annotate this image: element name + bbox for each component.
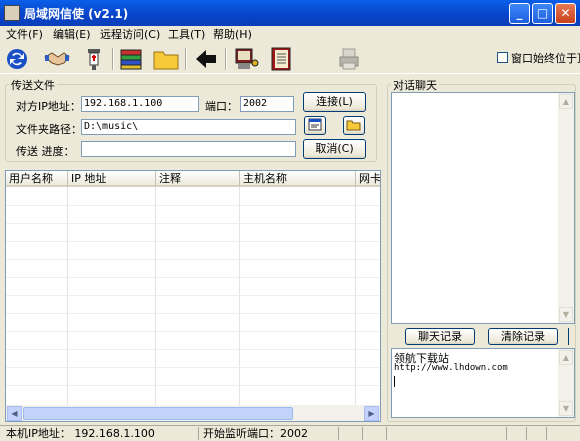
row-divider — [6, 223, 380, 224]
close-button[interactable]: ✕ — [555, 3, 576, 24]
row-divider — [6, 277, 380, 278]
column-header-hostname[interactable]: 主机名称 — [240, 171, 356, 187]
status-listen-port: 开始监听端口：2002 — [198, 427, 338, 440]
window-title: 局域网信使 (v2.1) — [24, 7, 129, 21]
port-input[interactable]: 2002 — [240, 96, 294, 112]
column-header-username[interactable]: 用户名称 — [6, 171, 68, 187]
minimize-button[interactable]: _ — [509, 3, 530, 24]
column-divider — [67, 187, 68, 405]
peer-ip-input[interactable]: 192.168.1.100 — [81, 96, 199, 112]
port-label: 端口： — [205, 100, 238, 113]
horizontal-scroll-thumb[interactable] — [23, 407, 293, 420]
row-divider — [6, 241, 380, 242]
chat-history-button[interactable]: 聊天记录 — [405, 328, 475, 345]
chat-button-edge — [568, 328, 572, 345]
row-divider — [6, 205, 380, 206]
column-divider — [155, 187, 156, 405]
menu-tools[interactable]: 工具(T) — [168, 27, 205, 43]
row-divider — [6, 295, 380, 296]
row-divider — [6, 385, 380, 386]
menu-remote[interactable]: 远程访问(C) — [100, 27, 160, 43]
status-local-ip: 本机IP地址： 192.168.1.100 — [6, 427, 155, 440]
chat-group-label: 对话聊天 — [391, 77, 439, 93]
column-divider — [355, 187, 356, 405]
toolbar-separator — [112, 48, 114, 70]
scroll-down-button[interactable]: ▼ — [559, 401, 573, 416]
handshake-icon[interactable] — [44, 47, 70, 71]
folder-icon[interactable] — [153, 47, 179, 71]
address-book-icon[interactable] — [268, 47, 294, 71]
file-properties-icon — [308, 118, 322, 131]
folder-path-label: 文件夹路径： — [16, 123, 82, 136]
always-on-top-checkbox[interactable] — [497, 52, 508, 63]
user-list[interactable]: 用户名称 IP 地址 注释 主机名称 网卡 ◀ ▶ — [5, 170, 381, 422]
browse-file-button[interactable] — [304, 116, 326, 135]
folder-path-input[interactable]: D:\music\ — [81, 119, 296, 135]
scroll-up-button[interactable]: ▲ — [559, 350, 573, 365]
status-panel — [362, 427, 386, 440]
chat-input-line: http://www.lhdown.com — [394, 363, 508, 373]
column-header-nic[interactable]: 网卡 — [356, 171, 380, 187]
progress-bar — [81, 141, 296, 157]
chat-input-box[interactable]: 领航下载站 http://www.lhdown.com ▲ ▼ — [391, 348, 575, 418]
scroll-up-button[interactable]: ▲ — [559, 94, 573, 109]
chat-history-scrollbar[interactable] — [558, 93, 574, 323]
column-header-comment[interactable]: 注释 — [156, 171, 240, 187]
menu-edit[interactable]: 编辑(E) — [53, 27, 91, 43]
scroll-right-button[interactable]: ▶ — [364, 406, 379, 421]
column-divider — [239, 187, 240, 405]
maximize-button[interactable]: □ — [532, 3, 553, 24]
row-divider — [6, 313, 380, 314]
status-panel — [526, 427, 546, 440]
peer-ip-label: 对方IP地址： — [16, 100, 81, 113]
open-folder-icon — [346, 120, 361, 131]
row-divider — [6, 259, 380, 260]
connect-button[interactable]: 连接(L) — [303, 92, 366, 112]
text-cursor — [394, 376, 395, 387]
toolbar-separator — [185, 48, 187, 70]
cancel-button[interactable]: 取消(C) — [303, 139, 366, 159]
books-icon[interactable] — [118, 47, 144, 71]
toolbar-separator — [225, 48, 227, 70]
chat-history-box[interactable]: ▲ ▼ — [391, 92, 575, 324]
open-folder-button[interactable] — [343, 116, 365, 135]
progress-label: 传送 进度： — [16, 145, 75, 158]
row-divider — [6, 331, 380, 332]
row-divider — [6, 349, 380, 350]
refresh-icon[interactable] — [4, 47, 30, 71]
scroll-left-button[interactable]: ◀ — [7, 406, 22, 421]
size-grip[interactable] — [546, 427, 580, 440]
scroll-down-button[interactable]: ▼ — [559, 307, 573, 322]
back-arrow-icon[interactable] — [193, 47, 219, 71]
status-panel — [386, 427, 506, 440]
status-panel — [506, 427, 526, 440]
row-divider — [6, 367, 380, 368]
status-panel — [338, 427, 362, 440]
app-icon[interactable] — [4, 5, 20, 21]
computer-key-icon[interactable] — [234, 47, 260, 71]
connector-icon[interactable] — [81, 47, 107, 71]
column-header-ip[interactable]: IP 地址 — [68, 171, 156, 187]
menu-help[interactable]: 帮助(H) — [213, 27, 252, 43]
menu-file[interactable]: 文件(F) — [6, 27, 43, 43]
always-on-top-label: 窗口始终位于顶 — [511, 52, 580, 65]
send-file-group-label: 传送文件 — [9, 77, 57, 93]
printer-icon — [339, 48, 359, 70]
clear-history-button[interactable]: 清除记录 — [488, 328, 558, 345]
